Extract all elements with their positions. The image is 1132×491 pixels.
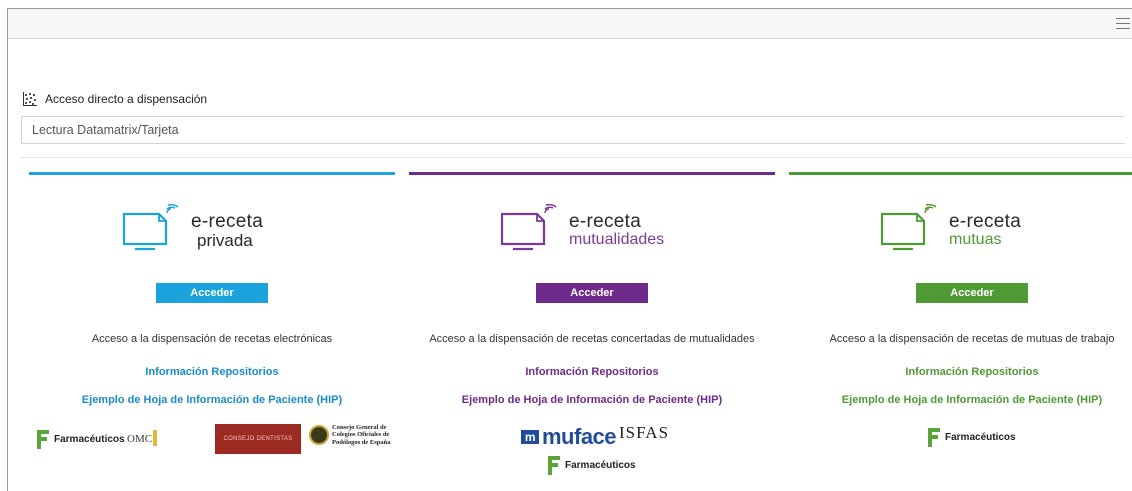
sponsor-logos: Farmacéuticos OMC CONSEJO DENTISTAS Cons… xyxy=(29,424,395,456)
sponsor-logos: Farmacéuticos xyxy=(789,424,1132,454)
brand-name: e-receta xyxy=(949,211,1022,232)
monitor-wifi-icon xyxy=(880,203,937,251)
omc-logo: OMC xyxy=(127,433,153,445)
brand-name: e-receta xyxy=(191,211,264,232)
repositorios-link[interactable]: Información Repositorios xyxy=(789,366,1132,378)
farmaceuticos-f-icon xyxy=(548,456,560,475)
acceder-mutualidades-button[interactable]: Acceder xyxy=(536,283,648,303)
podologos-logo: Consejo General de Colegios Oficiales de… xyxy=(309,424,402,446)
card-color-bar xyxy=(29,172,395,175)
monitor-wifi-icon xyxy=(122,203,179,251)
omc-mark xyxy=(153,430,157,446)
card-color-bar xyxy=(789,172,1132,175)
card-color-bar xyxy=(409,172,775,175)
brand-name: e-receta xyxy=(569,211,642,232)
e-receta-mutuas-logo: e-receta mutuas xyxy=(879,202,1049,257)
e-receta-privada-logo: e-receta privada xyxy=(121,202,291,257)
card-description: Acceso a la dispensación de recetas de m… xyxy=(829,333,1115,345)
datamatrix-input[interactable] xyxy=(21,116,1125,144)
farmaceuticos-logo: Farmacéuticos xyxy=(926,426,1016,448)
repositorios-link[interactable]: Información Repositorios xyxy=(409,366,775,378)
card-description: Acceso a la dispensación de recetas conc… xyxy=(429,333,755,345)
repositorios-link[interactable]: Información Repositorios xyxy=(29,366,395,378)
hip-example-link[interactable]: Ejemplo de Hoja de Información de Pacien… xyxy=(789,394,1132,406)
direct-access-header: Acceso directo a dispensación xyxy=(23,92,207,106)
brand-subtitle: mutuas xyxy=(949,231,1002,248)
brand-subtitle: mutualidades xyxy=(569,231,665,248)
divider xyxy=(21,157,1132,158)
sponsor-logos: m muface ISFAS Farmacéuticos xyxy=(409,424,775,479)
datamatrix-icon xyxy=(23,92,37,106)
podologos-seal-icon xyxy=(309,425,329,446)
acceder-mutuas-button[interactable]: Acceder xyxy=(916,283,1028,303)
isfas-logo: ISFAS xyxy=(619,423,670,442)
card-privada: e-receta privada Acceder Acceso a la dis… xyxy=(29,172,395,477)
card-mutualidades: e-receta mutualidades Acceder Acceso a l… xyxy=(409,172,775,477)
farmaceuticos-f-icon xyxy=(37,430,49,449)
card-description: Acceso a la dispensación de recetas elec… xyxy=(91,333,333,345)
menu-icon[interactable] xyxy=(1116,14,1130,30)
muface-mark-icon: m xyxy=(521,430,539,444)
farmaceuticos-f-icon xyxy=(928,428,940,447)
acceder-privada-button[interactable]: Acceder xyxy=(156,283,268,303)
e-receta-mutualidades-logo: e-receta mutualidades xyxy=(499,202,699,257)
top-bar xyxy=(8,9,1132,39)
brand-subtitle: privada xyxy=(197,231,253,250)
card-mutuas: e-receta mutuas Acceder Acceso a la disp… xyxy=(789,172,1132,477)
consejo-dentistas-logo: CONSEJO DENTISTAS xyxy=(215,424,301,454)
hip-example-link[interactable]: Ejemplo de Hoja de Información de Pacien… xyxy=(409,394,775,406)
direct-access-title: Acceso directo a dispensación xyxy=(45,92,208,106)
hip-example-link[interactable]: Ejemplo de Hoja de Información de Pacien… xyxy=(29,394,395,406)
muface-logo: m muface xyxy=(521,424,617,450)
farmaceuticos-logo: Farmacéuticos xyxy=(35,428,125,450)
farmaceuticos-logo: Farmacéuticos xyxy=(546,454,636,476)
monitor-wifi-icon xyxy=(500,203,557,251)
